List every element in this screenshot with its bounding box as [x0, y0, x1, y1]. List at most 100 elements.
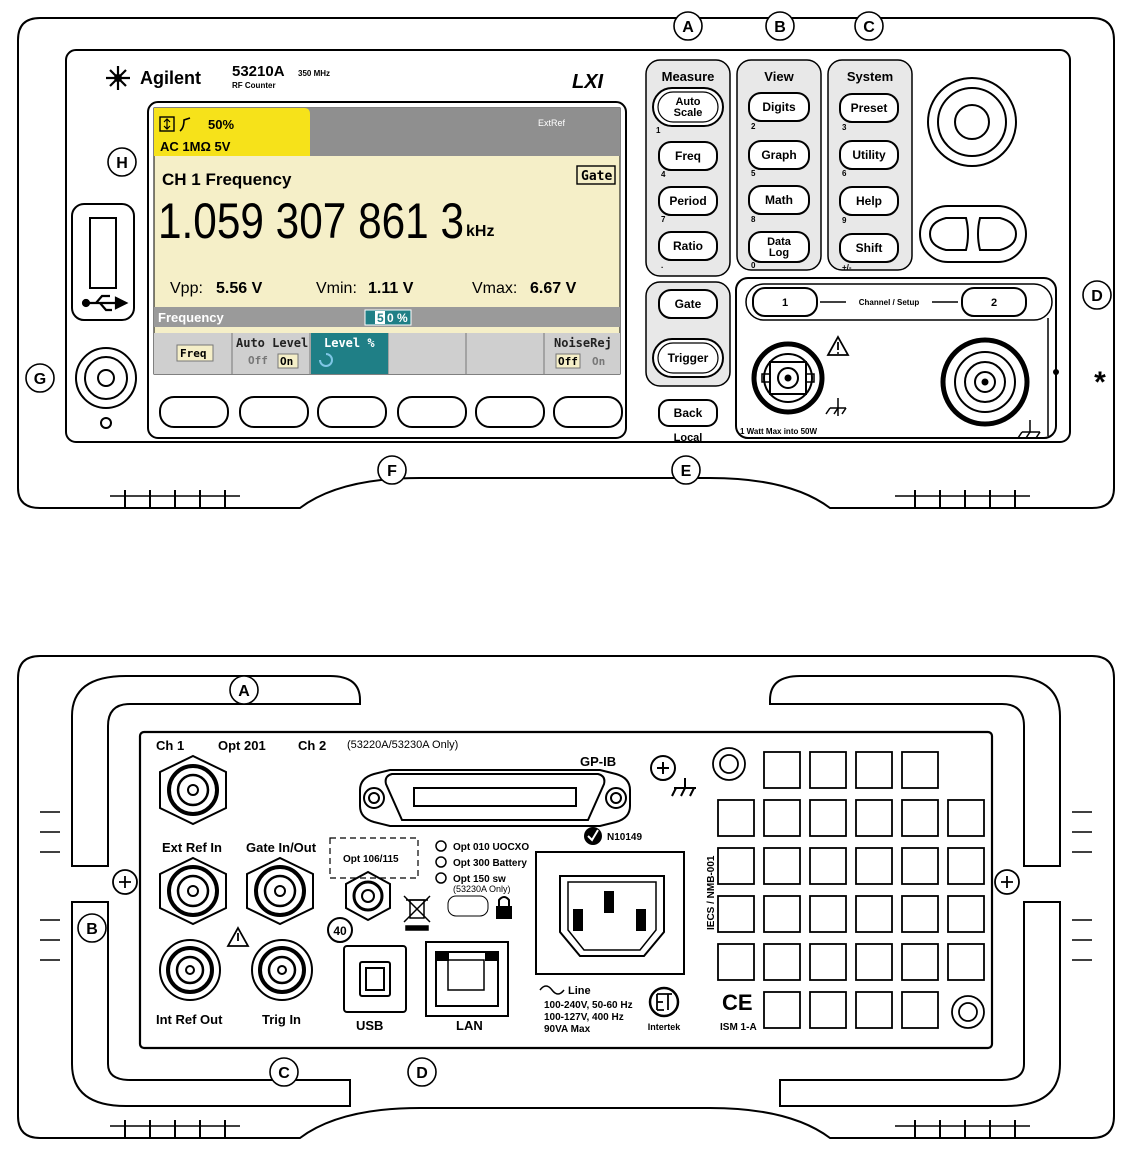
vent-square — [855, 991, 893, 1029]
vent-square — [855, 895, 893, 933]
vent-square — [717, 847, 755, 885]
key-number-1: 1 — [656, 126, 661, 135]
vent-square — [763, 991, 801, 1029]
rear-panel — [17, 655, 1115, 1139]
vpp-label: Vpp: — [170, 280, 203, 297]
softkey-5[interactable] — [475, 396, 545, 428]
opt201-label: Opt 201 — [218, 738, 266, 753]
vent-square — [809, 895, 847, 933]
vpp-value: 5.56 V — [216, 280, 263, 297]
vent-square — [855, 751, 893, 789]
vent-square — [809, 943, 847, 981]
opt150-indicator — [435, 872, 447, 884]
callout-rear-d-label: D — [416, 1065, 428, 1082]
softkey-3[interactable] — [317, 396, 387, 428]
int-ref-out-label: Int Ref Out — [156, 1012, 223, 1027]
trigger-label: Trigger — [668, 351, 709, 365]
callout-rear-a-label: A — [238, 683, 250, 700]
key-number-0: 0 — [751, 261, 756, 270]
right-arrow-key[interactable] — [977, 217, 1018, 251]
channel-2-input[interactable] — [940, 337, 1030, 427]
key-number-6: 6 — [842, 169, 847, 178]
freq-label: Freq — [675, 149, 701, 163]
gate-in-out-label: Gate In/Out — [246, 840, 317, 855]
ext-ref-in-connector[interactable] — [159, 856, 227, 926]
opt150-note: (53230A Only) — [453, 884, 511, 894]
forty-label: 40 — [333, 924, 347, 938]
opt300-indicator — [435, 856, 447, 868]
ch1-bnc-connector[interactable] — [159, 754, 227, 826]
chassis-ground-icon — [825, 398, 847, 416]
softkey-1[interactable] — [159, 396, 229, 428]
vent-square — [763, 943, 801, 981]
status-input: AC 1MΩ 5V — [160, 139, 231, 154]
power-switch[interactable] — [75, 347, 137, 409]
auto-scale-label-2: Scale — [674, 107, 703, 119]
standby-indicator — [100, 417, 112, 429]
power-inlet[interactable] — [559, 875, 665, 957]
asterisk-marker: * — [1094, 366, 1106, 399]
channel-2-indicator — [1053, 369, 1059, 375]
extref-indicator: ExtRef — [538, 118, 566, 128]
rear-lan-port[interactable] — [425, 941, 509, 1017]
line-spec-2: 100-127V, 400 Hz — [544, 1012, 624, 1023]
protective-ground-icon — [650, 755, 696, 797]
channel-2-label: 2 — [991, 297, 997, 309]
line-spec-3: 90VA Max — [544, 1024, 591, 1035]
vent-square — [901, 991, 939, 1029]
rotary-knob[interactable] — [927, 77, 1017, 167]
vent-square — [855, 799, 893, 837]
ce-mark: CE — [722, 990, 753, 1015]
trig-in-label: Trig In — [262, 1012, 301, 1027]
display-screen: 50% AC 1MΩ 5V ExtRef CH 1 Frequency Gate… — [153, 107, 621, 375]
channel-setup-label: Channel / Setup — [859, 298, 920, 307]
parameter-value: 0 % — [387, 311, 408, 325]
int-ref-out-connector[interactable] — [159, 939, 221, 1001]
usb-port[interactable] — [89, 217, 117, 289]
softkey-6[interactable] — [553, 396, 623, 428]
rear-screw-top — [712, 747, 746, 781]
auto-level-off: Off — [248, 354, 268, 367]
noise-rej-on: On — [592, 355, 605, 368]
opt106-label: Opt 106/115 — [343, 854, 399, 865]
rear-usb-port[interactable] — [343, 945, 407, 1013]
opt300-label: Opt 300 Battery — [453, 858, 527, 869]
vent-square — [763, 895, 801, 933]
opt106-connector[interactable] — [345, 870, 391, 922]
vent-square — [901, 847, 939, 885]
trig-in-connector[interactable] — [251, 939, 313, 1001]
gate-label: Gate — [675, 297, 702, 311]
ism-label: ISM 1-A — [720, 1022, 757, 1033]
utility-label: Utility — [852, 148, 886, 162]
softkey-label-freq: Freq — [180, 347, 207, 360]
key-number-pm: +/- — [842, 263, 852, 272]
vent-square — [809, 751, 847, 789]
vent-square — [855, 847, 893, 885]
softkey-2[interactable] — [239, 396, 309, 428]
callout-front-a-label: A — [682, 19, 694, 36]
opt150-switch[interactable] — [447, 895, 489, 917]
weee-bin-icon — [403, 895, 431, 931]
vent-square — [763, 847, 801, 885]
ch1-label: Ch 1 — [156, 738, 184, 753]
gate-badge: Gate — [581, 169, 612, 184]
arrow-keys-bezel — [919, 205, 1027, 263]
gate-in-out-connector[interactable] — [246, 856, 314, 926]
softkey-4[interactable] — [397, 396, 467, 428]
channel-1-bnc-input[interactable] — [751, 341, 825, 415]
usb-label: USB — [356, 1018, 383, 1033]
left-arrow-key[interactable] — [928, 217, 969, 251]
vent-square — [763, 751, 801, 789]
check-mark-icon — [584, 827, 602, 845]
line-label: Line — [568, 985, 591, 997]
parameter-value-cursor: 5 — [377, 311, 384, 325]
vent-square — [809, 991, 847, 1029]
gpib-connector[interactable] — [359, 769, 631, 827]
callout-rear-c-label: C — [278, 1065, 290, 1082]
key-number-2: 2 — [751, 122, 756, 131]
callout-front-d-label: D — [1091, 288, 1103, 305]
preset-label: Preset — [851, 101, 888, 115]
vent-square — [947, 943, 985, 981]
vent-square — [947, 847, 985, 885]
input-rating-note: 1 Watt Max into 50W — [740, 427, 817, 436]
